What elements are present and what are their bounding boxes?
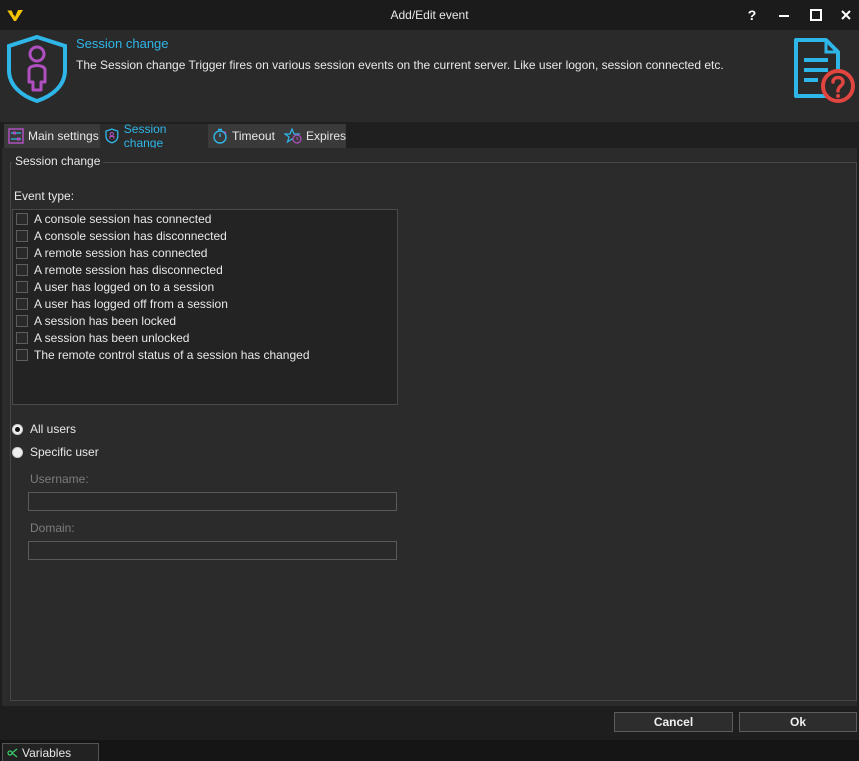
tab-main-settings[interactable]: Main settings — [4, 124, 100, 148]
checkbox[interactable] — [16, 246, 28, 259]
event-label: A console session has connected — [34, 211, 212, 226]
event-label: A user has logged on to a session — [34, 279, 215, 294]
tab-expires-label: Expires — [305, 129, 346, 143]
variables-tab[interactable]: Variables — [2, 743, 99, 761]
event-checkbox-row[interactable]: A session has been locked — [16, 312, 176, 329]
tab-timeout[interactable]: Timeout — [208, 124, 280, 148]
event-checkbox-row[interactable]: A console session has connected — [16, 210, 211, 227]
sliders-icon — [8, 128, 24, 144]
ok-button[interactable]: Ok — [739, 712, 857, 732]
variables-icon — [7, 748, 18, 757]
variables-label: Variables — [22, 745, 72, 760]
header-title: Session change — [76, 36, 169, 51]
checkbox[interactable] — [16, 331, 28, 344]
event-checkbox-row[interactable]: A session has been unlocked — [16, 329, 189, 346]
specific-user-radio-row[interactable]: Specific user — [12, 445, 99, 459]
checkbox[interactable] — [16, 229, 28, 242]
close-icon — [841, 10, 851, 20]
tab-timeout-label: Timeout — [232, 129, 275, 143]
close-button[interactable] — [830, 0, 859, 30]
event-checkbox-row[interactable]: A remote session has connected — [16, 244, 207, 261]
header-description: The Session change Trigger fires on vari… — [76, 58, 724, 72]
checkbox[interactable] — [16, 314, 28, 327]
checkbox[interactable] — [16, 297, 28, 310]
status-bar: Variables — [0, 740, 859, 761]
cancel-button[interactable]: Cancel — [614, 712, 733, 732]
domain-field[interactable] — [28, 541, 397, 560]
tab-content-panel: Session change Event type: A console ses… — [2, 148, 857, 706]
event-checkbox-row[interactable]: A remote session has disconnected — [16, 261, 223, 278]
session-change-group: Session change Event type: A console ses… — [10, 154, 857, 701]
event-label: A console session has disconnected — [34, 228, 227, 243]
window-title: Add/Edit event — [390, 8, 469, 22]
event-label: The remote control status of a session h… — [34, 347, 310, 362]
tab-strip: Main settings Session change Timeout Exp… — [0, 122, 859, 150]
event-label: A remote session has disconnected — [34, 262, 223, 277]
tab-session-change-label: Session change — [123, 122, 167, 150]
specific-user-radio[interactable] — [12, 446, 23, 458]
document-help-icon[interactable] — [792, 38, 856, 104]
event-type-list[interactable]: A console session has connected A consol… — [12, 209, 398, 405]
username-label: Username: — [30, 472, 89, 486]
maximize-button[interactable] — [800, 0, 832, 30]
shield-user-icon — [105, 128, 119, 144]
event-type-label: Event type: — [14, 189, 75, 203]
event-label: A session has been locked — [34, 313, 177, 328]
checkbox[interactable] — [16, 348, 28, 361]
title-bar: Add/Edit event ? — [0, 0, 859, 30]
tab-session-change[interactable]: Session change — [100, 122, 208, 150]
event-label: A session has been unlocked — [34, 330, 190, 345]
specific-user-label: Specific user — [30, 445, 99, 459]
all-users-radio-row[interactable]: All users — [12, 422, 76, 436]
tab-expires[interactable]: Expires — [280, 124, 346, 148]
username-field[interactable] — [28, 492, 397, 511]
star-clock-icon — [284, 128, 302, 144]
minimize-icon — [779, 15, 789, 17]
event-checkbox-row[interactable]: A user has logged off from a session — [16, 295, 228, 312]
event-checkbox-row[interactable]: A console session has disconnected — [16, 227, 227, 244]
domain-label: Domain: — [30, 521, 75, 535]
all-users-label: All users — [30, 422, 77, 436]
shield-user-icon — [7, 34, 67, 104]
event-label: A user has logged off from a session — [34, 296, 228, 311]
stopwatch-icon — [213, 128, 227, 144]
checkbox[interactable] — [16, 280, 28, 293]
all-users-radio[interactable] — [12, 423, 23, 435]
event-label: A remote session has connected — [34, 245, 208, 260]
event-checkbox-row[interactable]: The remote control status of a session h… — [16, 346, 310, 363]
checkbox[interactable] — [16, 212, 28, 225]
header-panel: Session change The Session change Trigge… — [0, 30, 859, 122]
event-checkbox-row[interactable]: A user has logged on to a session — [16, 278, 214, 295]
checkbox[interactable] — [16, 263, 28, 276]
tab-main-settings-label: Main settings — [28, 129, 99, 143]
help-button[interactable]: ? — [736, 0, 768, 30]
group-legend: Session change — [12, 154, 104, 168]
maximize-icon — [810, 9, 822, 21]
minimize-button[interactable] — [768, 0, 800, 30]
